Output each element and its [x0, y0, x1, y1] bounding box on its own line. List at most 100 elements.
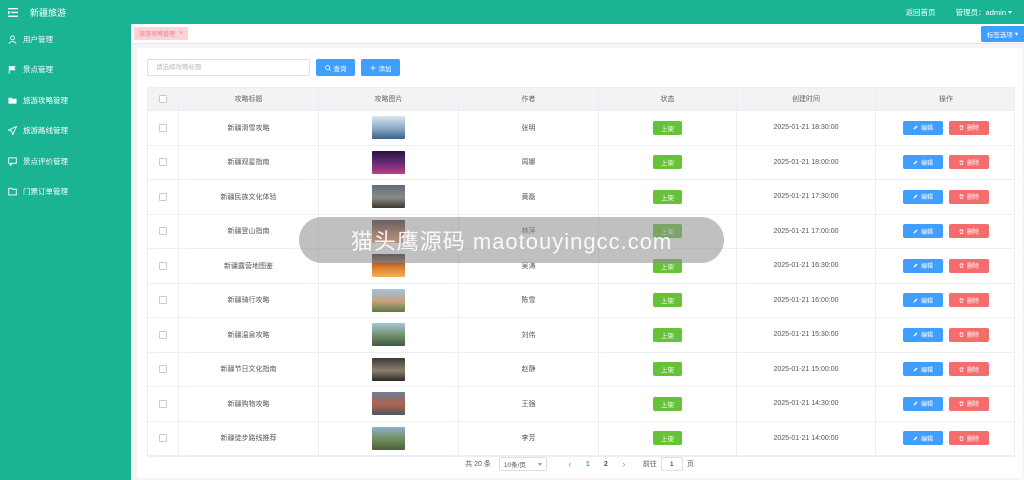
delete-label: 删除 — [966, 367, 979, 374]
prev-page-icon[interactable]: ‹ — [561, 459, 579, 469]
guide-title: 新疆民族文化体验 — [179, 180, 319, 214]
status-badge[interactable]: 上架 — [653, 293, 682, 308]
table-row: 新疆节日文化指南 赵静 上架 2025-01-21 15:00:00 编辑 删除 — [148, 352, 1014, 387]
tab-options-button[interactable]: 标签选项 ▾ — [981, 26, 1024, 42]
guide-status-cell: 上架 — [599, 421, 737, 455]
edit-button[interactable]: 编辑 — [903, 155, 943, 170]
sidebar-item-guides[interactable]: 旅游攻略管理 — [0, 85, 131, 116]
guide-image-cell — [319, 145, 459, 179]
table-row: 新疆滑雪攻略 张明 上架 2025-01-21 18:30:00 编辑 删除 — [148, 111, 1014, 146]
trash-icon — [959, 125, 964, 131]
page-2[interactable]: 2 — [597, 461, 615, 468]
guide-actions: 编辑 删除 — [876, 284, 1016, 318]
row-checkbox[interactable] — [159, 296, 167, 305]
select-all-checkbox[interactable] — [159, 95, 167, 103]
goto-label: 前往 — [642, 461, 657, 468]
delete-button[interactable]: 删除 — [949, 396, 989, 411]
sidebar-item-users[interactable]: 用户管理 — [0, 24, 131, 55]
row-checkbox[interactable] — [159, 399, 167, 408]
menu-toggle-icon[interactable] — [8, 7, 18, 17]
column-header-image: 攻略图片 — [319, 88, 459, 110]
home-link[interactable]: 返回首页 — [906, 7, 936, 18]
status-badge[interactable]: 上架 — [653, 362, 682, 377]
edit-button[interactable]: 编辑 — [903, 224, 943, 239]
edit-button[interactable]: 编辑 — [903, 327, 943, 342]
delete-button[interactable]: 删除 — [949, 362, 989, 377]
edit-button[interactable]: 编辑 — [903, 293, 943, 308]
page-1[interactable]: 1 — [579, 461, 597, 468]
next-page-icon[interactable]: › — [615, 459, 633, 469]
search-input[interactable] — [147, 59, 310, 76]
guide-title: 新疆徒步路线推荐 — [179, 421, 319, 455]
tab-label: 旅游攻略管理 — [139, 32, 176, 38]
add-label: 添加 — [378, 65, 392, 73]
sidebar-item-ticket-orders[interactable]: 门票订单管理 — [0, 177, 131, 208]
guide-author: 李芳 — [459, 421, 599, 455]
guide-status-cell: 上架 — [599, 387, 737, 421]
status-badge[interactable]: 上架 — [653, 120, 682, 135]
status-badge[interactable]: 上架 — [653, 431, 682, 446]
tab-guides[interactable]: 旅游攻略管理 × — [134, 27, 189, 40]
guide-status-cell: 上架 — [599, 283, 737, 317]
status-badge[interactable]: 上架 — [653, 189, 682, 204]
delete-button[interactable]: 删除 — [949, 327, 989, 342]
row-checkbox-cell — [148, 318, 179, 352]
guide-actions: 编辑 删除 — [876, 387, 1016, 421]
row-checkbox[interactable] — [159, 192, 167, 201]
goto-page-input[interactable] — [660, 457, 683, 471]
close-icon[interactable]: × — [179, 30, 183, 37]
table-row: 新疆骑行攻略 陈雪 上架 2025-01-21 16:00:00 编辑 删除 — [148, 283, 1016, 318]
sidebar-item-label: 旅游攻略管理 — [23, 95, 68, 105]
edit-button[interactable]: 编辑 — [903, 431, 943, 446]
sidebar-item-scenic-spots[interactable]: 景点管理 — [0, 55, 131, 86]
edit-icon — [913, 194, 918, 199]
status-badge[interactable]: 上架 — [653, 396, 682, 411]
guide-thumbnail — [372, 150, 405, 174]
delete-button[interactable]: 删除 — [949, 189, 989, 204]
guide-created-time: 2025-01-21 17:00:00 — [737, 214, 876, 248]
row-checkbox[interactable] — [159, 365, 167, 374]
guide-created-time: 2025-01-21 14:00:00 — [737, 421, 876, 455]
status-badge[interactable]: 上架 — [653, 327, 682, 342]
admin-menu[interactable]: 管理员：admin — [956, 7, 1012, 18]
table-row: 新疆购物攻略 王强 上架 2025-01-21 14:30:00 编辑 删除 — [148, 387, 1014, 422]
brand: 新疆旅游 — [0, 0, 131, 24]
page-unit-label: 页 — [686, 461, 694, 468]
edit-button[interactable]: 编辑 — [903, 396, 943, 411]
row-checkbox[interactable] — [159, 227, 167, 236]
edit-button[interactable]: 编辑 — [903, 120, 943, 135]
status-badge[interactable]: 上架 — [653, 224, 682, 239]
delete-button[interactable]: 删除 — [949, 431, 989, 446]
delete-button[interactable]: 删除 — [949, 155, 989, 170]
delete-button[interactable]: 删除 — [949, 293, 989, 308]
row-checkbox[interactable] — [159, 434, 167, 443]
search-icon — [324, 64, 331, 71]
delete-button[interactable]: 删除 — [949, 224, 989, 239]
row-checkbox[interactable] — [159, 158, 167, 167]
sidebar-item-reviews[interactable]: 景点评价管理 — [0, 146, 131, 177]
sidebar-item-routes[interactable]: 旅游路线管理 — [0, 116, 131, 147]
status-badge[interactable]: 上架 — [653, 155, 682, 170]
query-button[interactable]: 查询 — [316, 59, 355, 76]
delete-label: 删除 — [966, 298, 979, 305]
column-header-title[interactable]: 攻略标题 — [179, 88, 319, 110]
edit-button[interactable]: 编辑 — [903, 189, 943, 204]
edit-button[interactable]: 编辑 — [903, 362, 943, 377]
tab-bar: 旅游攻略管理 × 标签选项 ▾ — [131, 24, 1024, 44]
trash-icon — [959, 435, 964, 441]
edit-button[interactable]: 编辑 — [903, 258, 943, 273]
delete-label: 删除 — [966, 195, 979, 202]
delete-button[interactable]: 删除 — [949, 258, 989, 273]
guide-author: 黄磊 — [459, 180, 599, 214]
sidebar-item-label: 用户管理 — [23, 34, 53, 44]
add-button[interactable]: 添加 — [361, 59, 400, 76]
page-size-select[interactable]: 10条/页 — [498, 457, 547, 471]
row-checkbox[interactable] — [159, 330, 167, 339]
row-checkbox[interactable] — [159, 261, 167, 270]
column-header-author: 作者 — [459, 88, 599, 110]
row-checkbox[interactable] — [159, 123, 167, 132]
guide-author: 周娜 — [459, 145, 599, 179]
delete-button[interactable]: 删除 — [949, 120, 989, 135]
status-badge[interactable]: 上架 — [653, 258, 682, 273]
trash-icon — [959, 159, 964, 165]
